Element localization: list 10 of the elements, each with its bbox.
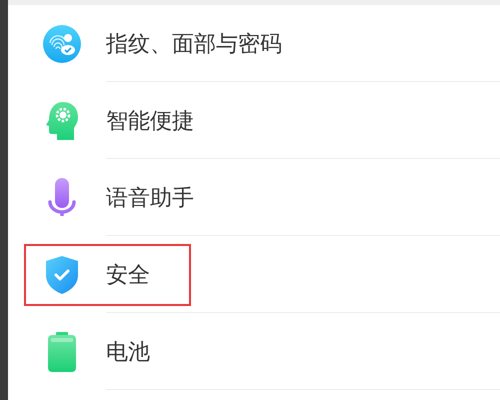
settings-item-label[interactable]: 智能便捷 bbox=[106, 106, 194, 136]
fingerprint-person-icon bbox=[43, 24, 81, 62]
shield-check-icon bbox=[45, 254, 79, 294]
settings-item-label[interactable]: 安全 bbox=[106, 260, 150, 290]
settings-item-label[interactable]: 电池 bbox=[106, 336, 150, 366]
settings-item-label[interactable]: 语音助手 bbox=[106, 182, 194, 212]
settings-item-label[interactable]: 指纹、面部与密码 bbox=[106, 28, 282, 58]
head-gear-icon bbox=[43, 100, 81, 142]
battery-icon bbox=[47, 332, 77, 372]
microphone-icon bbox=[47, 178, 77, 218]
